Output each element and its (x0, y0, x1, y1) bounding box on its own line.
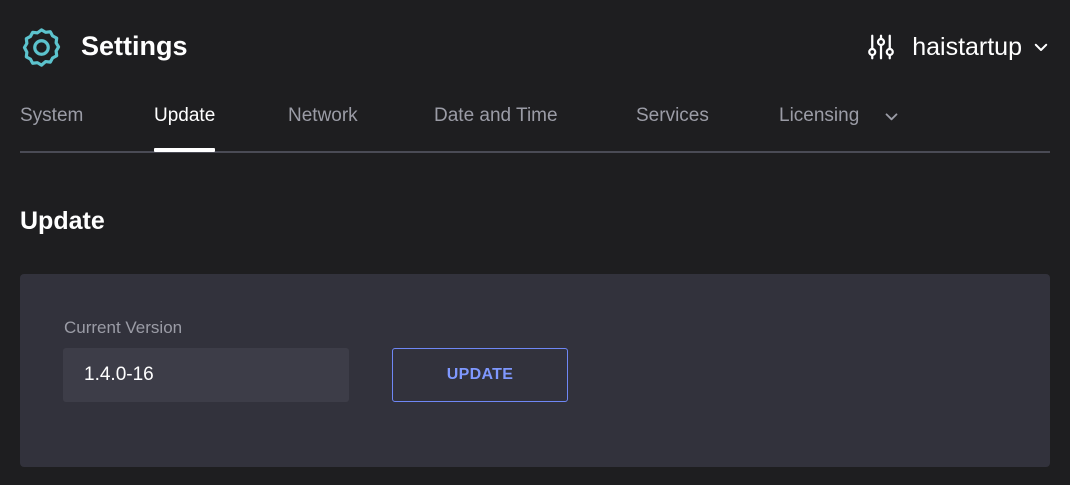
tab-network[interactable]: Network (288, 104, 358, 151)
settings-tabs: System Update Network Date and Time Serv… (20, 92, 1050, 153)
tab-licensing-label: Licensing (779, 105, 860, 126)
update-button[interactable]: UPDATE (392, 348, 568, 402)
tab-update[interactable]: Update (154, 104, 216, 152)
tab-services[interactable]: Services (636, 104, 709, 151)
gear-icon (22, 28, 61, 67)
page-header: Settings haistartup (0, 0, 1070, 92)
sliders-icon (868, 34, 895, 60)
tab-date-and-time[interactable]: Date and Time (434, 104, 558, 151)
section-title: Update (20, 207, 105, 235)
page-title: Settings (81, 31, 188, 61)
version-panel: Current Version 1.4.0-16 UPDATE (20, 274, 1050, 467)
current-version-label: Current Version (64, 318, 183, 337)
org-switcher[interactable]: haistartup (866, 28, 1050, 66)
current-version-field: 1.4.0-16 (63, 348, 349, 402)
tab-licensing[interactable]: Licensing (779, 104, 909, 151)
tab-system[interactable]: System (20, 104, 83, 151)
org-name: haistartup (912, 33, 1022, 61)
chevron-down-icon (885, 113, 898, 121)
chevron-down-icon (1034, 43, 1048, 51)
